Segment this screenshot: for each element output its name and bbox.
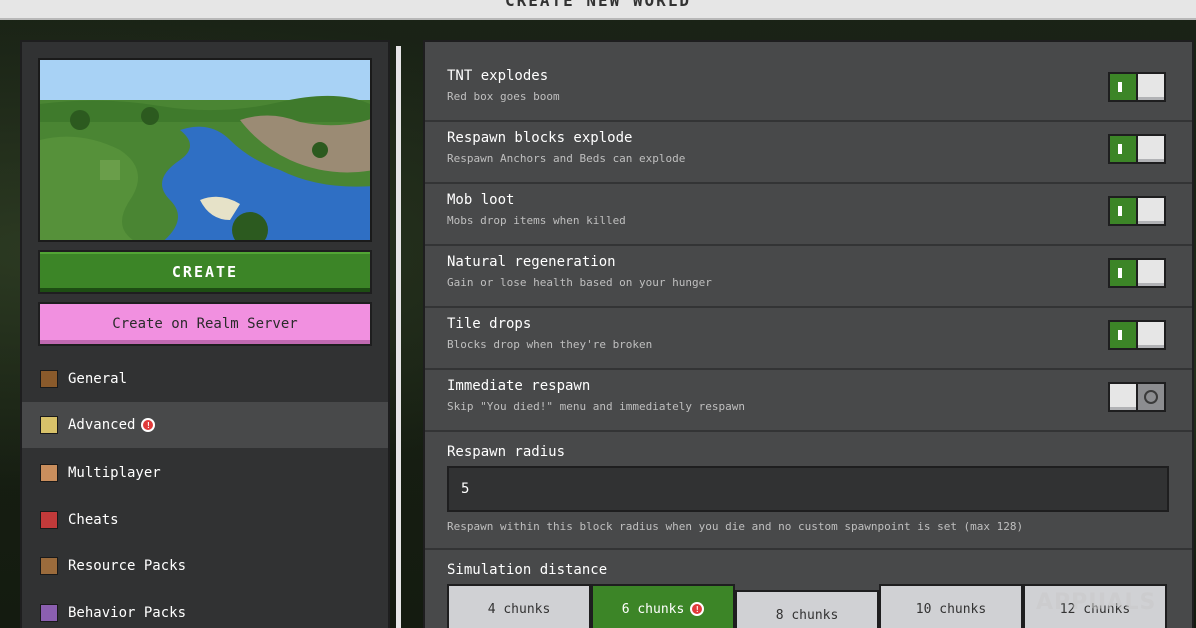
setting-title: TNT explodes — [447, 68, 549, 84]
page-title: CREATE NEW WORLD — [504, 0, 692, 10]
simulation-distance-label: Simulation distance — [447, 562, 608, 578]
tnt-explodes-toggle[interactable] — [1108, 72, 1166, 102]
respawn-radius-label: Respawn radius — [447, 444, 566, 460]
nav-item-label: Cheats — [68, 512, 119, 528]
general-icon — [40, 370, 58, 388]
setting-row-respawn-blocks-explode: Respawn blocks explode Respawn Anchors a… — [425, 122, 1192, 184]
behavior-packs-icon — [40, 604, 58, 622]
setting-title: Tile drops — [447, 316, 532, 332]
settings-panel: TNT explodes Red box goes boom Respawn b… — [423, 40, 1194, 628]
left-panel: CREATE Create on Realm Server General Ad… — [20, 40, 390, 628]
toggle-knob — [1136, 136, 1164, 162]
nav-item-cheats[interactable]: Cheats — [22, 497, 388, 543]
setting-row-tnt-explodes: TNT explodes Red box goes boom — [425, 60, 1192, 122]
toggle-off-icon — [1144, 390, 1158, 404]
setting-description: Blocks drop when they're broken — [447, 338, 653, 351]
create-on-realm-button[interactable]: Create on Realm Server — [38, 302, 372, 346]
toggle-on-icon — [1118, 144, 1122, 154]
toggle-on-icon — [1118, 330, 1122, 340]
immediate-respawn-toggle[interactable] — [1108, 382, 1166, 412]
sim-option-4-chunks[interactable]: 4 chunks — [447, 584, 591, 628]
nav-item-resource-packs[interactable]: Resource Packs — [22, 543, 388, 589]
sim-option-6-chunks[interactable]: 6 chunks ! — [591, 584, 735, 628]
setting-title: Natural regeneration — [447, 254, 616, 270]
sim-option-label: 4 chunks — [487, 601, 551, 617]
nav-item-label: Behavior Packs — [68, 605, 187, 621]
toggle-knob — [1136, 322, 1164, 348]
nav-item-behavior-packs[interactable]: Behavior Packs — [22, 590, 388, 628]
tile-drops-toggle[interactable] — [1108, 320, 1166, 350]
resource-packs-icon — [40, 557, 58, 575]
advanced-icon — [40, 416, 58, 434]
setting-row-mob-loot: Mob loot Mobs drop items when killed — [425, 184, 1192, 246]
setting-row-tile-drops: Tile drops Blocks drop when they're brok… — [425, 308, 1192, 370]
natural-regeneration-toggle[interactable] — [1108, 258, 1166, 288]
nav-item-label: Resource Packs — [68, 558, 187, 574]
sim-option-label: 6 chunks — [621, 601, 685, 617]
nav-item-label: Multiplayer — [68, 465, 161, 481]
nav-item-label: Advanced — [68, 417, 136, 433]
nav-item-label: General — [68, 371, 128, 387]
setting-title: Respawn blocks explode — [447, 130, 633, 146]
mob-loot-toggle[interactable] — [1108, 196, 1166, 226]
alert-badge-icon: ! — [690, 602, 705, 616]
respawn-blocks-explode-toggle[interactable] — [1108, 134, 1166, 164]
setting-row-immediate-respawn: Immediate respawn Skip "You died!" menu … — [425, 370, 1192, 432]
toggle-on-icon — [1118, 82, 1122, 92]
setting-description: Respawn Anchors and Beds can explode — [447, 152, 686, 165]
sim-option-8-chunks[interactable]: 8 chunks — [735, 590, 879, 628]
toggle-knob — [1136, 198, 1164, 224]
setting-title: Mob loot — [447, 192, 515, 208]
cheats-icon — [40, 511, 58, 529]
create-button[interactable]: CREATE — [38, 250, 372, 294]
setting-description: Mobs drop items when killed — [447, 214, 626, 227]
nav-item-multiplayer[interactable]: Multiplayer — [22, 450, 388, 496]
toggle-knob — [1110, 384, 1138, 410]
world-preview-image — [38, 58, 372, 242]
title-bar: CREATE NEW WORLD — [0, 0, 1196, 20]
toggle-knob — [1136, 74, 1164, 100]
alert-badge-icon: ! — [141, 418, 156, 432]
respawn-radius-input[interactable] — [447, 466, 1169, 512]
watermark-logo: APPUALS — [1036, 590, 1157, 615]
sim-option-10-chunks[interactable]: 10 chunks — [879, 584, 1023, 628]
toggle-knob — [1136, 260, 1164, 286]
toggle-on-icon — [1118, 268, 1122, 278]
toggle-on-icon — [1118, 206, 1122, 216]
multiplayer-icon — [40, 464, 58, 482]
scrollbar[interactable] — [396, 46, 401, 628]
nav-item-general[interactable]: General — [22, 356, 388, 402]
sim-option-label: 8 chunks — [775, 607, 839, 623]
setting-row-natural-regeneration: Natural regeneration Gain or lose health… — [425, 246, 1192, 308]
setting-description: Red box goes boom — [447, 90, 560, 103]
setting-title: Immediate respawn — [447, 378, 591, 394]
respawn-radius-section: Respawn radius Respawn within this block… — [425, 434, 1192, 550]
nav-item-advanced[interactable]: Advanced ! — [22, 402, 388, 448]
respawn-radius-description: Respawn within this block radius when yo… — [447, 520, 1024, 533]
setting-description: Skip "You died!" menu and immediately re… — [447, 400, 746, 413]
setting-description: Gain or lose health based on your hunger — [447, 276, 712, 289]
world-landscape — [40, 60, 370, 240]
sim-option-label: 10 chunks — [915, 601, 987, 617]
